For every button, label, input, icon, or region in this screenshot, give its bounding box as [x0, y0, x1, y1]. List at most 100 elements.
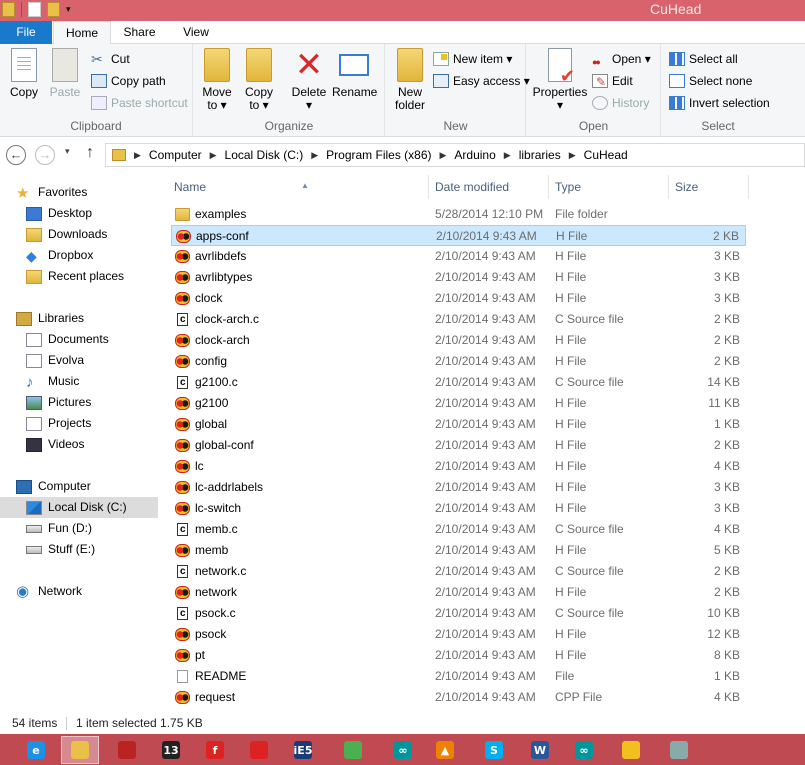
nav-projects[interactable]: Projects	[26, 413, 91, 434]
taskbar-app-13[interactable]: 13	[152, 736, 190, 764]
nav-recent-places[interactable]: Recent places	[26, 266, 124, 287]
move-to-button[interactable]: Move to ▾	[200, 48, 234, 112]
tab-home[interactable]: Home	[53, 21, 111, 45]
file-row[interactable]: apps-conf 2/10/2014 9:43 AM H File 2 KB	[171, 225, 746, 246]
taskbar-skype[interactable]: S	[475, 736, 513, 764]
properties-button[interactable]: Properties ▾	[531, 48, 589, 112]
nav-stuff-e[interactable]: Stuff (E:)	[26, 539, 95, 560]
new-folder-icon[interactable]	[47, 2, 60, 17]
taskbar-arduino-2[interactable]: ∞	[565, 736, 603, 764]
forward-button[interactable]: →	[35, 145, 55, 165]
paste-shortcut-button[interactable]: Paste shortcut	[91, 93, 188, 113]
taskbar-vlc[interactable]: ▲	[426, 736, 464, 764]
address-bar[interactable]: ▶ Computer ▶ Local Disk (C:) ▶ Program F…	[105, 143, 805, 167]
nav-videos[interactable]: Videos	[26, 434, 84, 455]
file-row[interactable]: network.c 2/10/2014 9:43 AM C Source file 2…	[171, 561, 746, 582]
nav-fun-d[interactable]: Fun (D:)	[26, 518, 92, 539]
breadcrumb-arduino[interactable]: Arduino	[454, 148, 495, 162]
customize-toolbar-chevron-icon[interactable]: ▾	[66, 2, 71, 17]
breadcrumb-chevron-icon[interactable]: ▶	[134, 150, 141, 161]
nav-computer[interactable]: Computer	[16, 476, 91, 497]
properties-icon[interactable]	[28, 2, 41, 17]
file-row[interactable]: examples 5/28/2014 12:10 PM File folder	[171, 204, 746, 225]
file-row[interactable]: g2100.c 2/10/2014 9:43 AM C Source file 14 …	[171, 372, 746, 393]
file-row[interactable]: avrlibtypes 2/10/2014 9:43 AM H File 3 KB	[171, 267, 746, 288]
breadcrumb-local-disk[interactable]: Local Disk (C:)	[225, 148, 304, 162]
column-header-date[interactable]: Date modified	[427, 175, 547, 199]
file-row[interactable]: clock-arch 2/10/2014 9:43 AM H File 2 KB	[171, 330, 746, 351]
file-row[interactable]: pt 2/10/2014 9:43 AM H File 8 KB	[171, 645, 746, 666]
file-row[interactable]: lc 2/10/2014 9:43 AM H File 4 KB	[171, 456, 746, 477]
divider[interactable]	[748, 175, 749, 199]
breadcrumb-chevron-icon[interactable]: ▶	[440, 150, 447, 161]
taskbar-internet-explorer[interactable]: e	[17, 736, 55, 764]
breadcrumb-chevron-icon[interactable]: ▶	[569, 150, 576, 161]
select-all-button[interactable]: Select all	[669, 49, 738, 69]
file-row[interactable]: psock.c 2/10/2014 9:43 AM C Source file 10 …	[171, 603, 746, 624]
taskbar-file-explorer[interactable]	[61, 736, 99, 764]
open-button[interactable]: Open ▾	[592, 49, 651, 72]
nav-documents[interactable]: Documents	[26, 329, 109, 350]
file-row[interactable]: clock 2/10/2014 9:43 AM H File 3 KB	[171, 288, 746, 309]
file-row[interactable]: network 2/10/2014 9:43 AM H File 2 KB	[171, 582, 746, 603]
taskbar-arduino[interactable]: ∞	[384, 736, 422, 764]
nav-local-disk-c[interactable]: Local Disk (C:)	[0, 497, 158, 518]
file-row[interactable]: config 2/10/2014 9:43 AM H File 2 KB	[171, 351, 746, 372]
back-button[interactable]: ←	[6, 145, 26, 165]
nav-network[interactable]: Network	[16, 581, 82, 602]
file-row[interactable]: lc-addrlabels 2/10/2014 9:43 AM H File 3 KB	[171, 477, 746, 498]
column-header-size[interactable]: Size	[667, 175, 747, 199]
column-header-type[interactable]: Type	[547, 175, 667, 199]
taskbar-notepad[interactable]	[660, 736, 698, 764]
nav-music[interactable]: Music	[26, 371, 79, 393]
tab-file[interactable]: File	[0, 21, 52, 44]
file-row[interactable]: memb.c 2/10/2014 9:43 AM C Source file 4 KB	[171, 519, 746, 540]
history-button[interactable]: History	[592, 93, 649, 113]
nav-favorites[interactable]: Favorites	[16, 182, 87, 204]
taskbar-h-file-viewer[interactable]	[612, 736, 650, 764]
copy-path-button[interactable]: Copy path	[91, 71, 166, 91]
file-row[interactable]: avrlibdefs 2/10/2014 9:43 AM H File 3 KB	[171, 246, 746, 267]
breadcrumb-chevron-icon[interactable]: ▶	[311, 150, 318, 161]
up-button[interactable]: ↑	[86, 144, 94, 162]
nav-downloads[interactable]: Downloads	[26, 224, 107, 245]
breadcrumb-computer[interactable]: Computer	[149, 148, 202, 162]
select-none-button[interactable]: Select none	[669, 71, 752, 91]
file-row[interactable]: global-conf 2/10/2014 9:43 AM H File 2 KB	[171, 435, 746, 456]
recent-locations-chevron-icon[interactable]: ▾	[65, 146, 70, 157]
tab-share[interactable]: Share	[112, 21, 167, 44]
taskbar-chrome[interactable]	[334, 736, 372, 764]
nav-desktop[interactable]: Desktop	[26, 203, 92, 224]
file-row[interactable]: global 2/10/2014 9:43 AM H File 1 KB	[171, 414, 746, 435]
taskbar-app-red-circle[interactable]	[108, 736, 146, 764]
new-item-button[interactable]: New item ▾	[433, 49, 512, 69]
nav-dropbox[interactable]: Dropbox	[26, 245, 93, 267]
taskbar-app-f[interactable]: f	[196, 736, 234, 764]
breadcrumb-chevron-icon[interactable]: ▶	[210, 150, 217, 161]
taskbar-app-drop[interactable]	[240, 736, 278, 764]
easy-access-button[interactable]: Easy access ▾	[433, 71, 530, 91]
invert-selection-button[interactable]: Invert selection	[669, 93, 770, 113]
nav-libraries[interactable]: Libraries	[16, 308, 84, 329]
edit-button[interactable]: Edit	[592, 71, 633, 92]
file-row[interactable]: lc-switch 2/10/2014 9:43 AM H File 3 KB	[171, 498, 746, 519]
file-row[interactable]: request 2/10/2014 9:43 AM CPP File 4 KB	[171, 687, 746, 708]
paste-button[interactable]: Paste	[47, 48, 83, 99]
delete-button[interactable]: ✕ Delete ▾	[290, 48, 328, 112]
file-row[interactable]: clock-arch.c 2/10/2014 9:43 AM C Source fi…	[171, 309, 746, 330]
column-header-name[interactable]: Name ▲	[166, 175, 428, 199]
breadcrumb-libraries[interactable]: libraries	[519, 148, 561, 162]
copy-to-button[interactable]: Copy to ▾	[242, 48, 276, 112]
file-row[interactable]: memb 2/10/2014 9:43 AM H File 5 KB	[171, 540, 746, 561]
breadcrumb-cuhead[interactable]: CuHead	[584, 148, 628, 162]
tab-view[interactable]: View	[170, 21, 222, 44]
new-folder-button[interactable]: New folder	[390, 48, 430, 112]
cut-button[interactable]: Cut	[91, 49, 130, 69]
copy-button[interactable]: Copy	[6, 48, 42, 99]
taskbar-word[interactable]: W	[521, 736, 559, 764]
file-row[interactable]: g2100 2/10/2014 9:43 AM H File 11 KB	[171, 393, 746, 414]
breadcrumb-program-files[interactable]: Program Files (x86)	[326, 148, 431, 162]
nav-evolva[interactable]: Evolva	[26, 350, 84, 371]
file-row[interactable]: psock 2/10/2014 9:43 AM H File 12 KB	[171, 624, 746, 645]
taskbar-app-ie5[interactable]: iE5	[284, 736, 322, 764]
